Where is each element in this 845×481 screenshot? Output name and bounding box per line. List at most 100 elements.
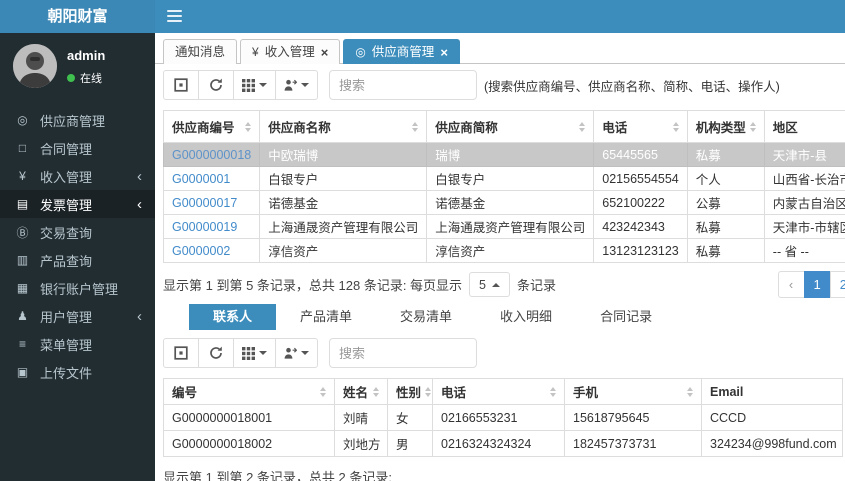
contacts-search-input[interactable]: [329, 338, 477, 368]
sort-icon: [683, 386, 693, 397]
contacts-toolbar: [163, 338, 845, 368]
supplier-search-input[interactable]: [329, 70, 477, 100]
supplier-id-link[interactable]: G0000001: [172, 172, 230, 186]
chevron-down-icon: [301, 83, 309, 87]
toggle-view-button[interactable]: [163, 338, 199, 368]
chevron-left-icon: ‹: [137, 307, 142, 325]
yen-icon: ¥: [19, 169, 26, 183]
tab-label: 通知消息: [175, 44, 226, 59]
supplier-toolbar: (搜索供应商编号、供应商名称、简称、电话、操作人): [163, 70, 845, 100]
brand-title: 朝阳财富: [0, 0, 155, 33]
page-button-1[interactable]: 1: [803, 271, 831, 298]
detail-tab-income-detail[interactable]: 收入明细: [476, 304, 576, 330]
chevron-down-icon: [259, 83, 267, 87]
close-icon[interactable]: ×: [321, 41, 329, 64]
table-row[interactable]: G0000000018001 刘晴 女 02166553231 15618795…: [163, 404, 843, 431]
detail-tab-transaction-list[interactable]: 交易清单: [376, 304, 476, 330]
sort-icon: [369, 386, 379, 397]
hamburger-icon[interactable]: [167, 10, 182, 23]
sidebar-item-bank-account-management[interactable]: ▦ 银行账户管理: [0, 274, 155, 302]
table-row[interactable]: G0000001 白银专户 白银专户 02156554554 个人 山西省-长治…: [163, 166, 845, 191]
detail-tab-product-list[interactable]: 产品清单: [276, 304, 376, 330]
supplier-id-link[interactable]: G00000019: [172, 220, 237, 234]
sidebar-item-product-query[interactable]: ▥ 产品查询: [0, 246, 155, 274]
table-row[interactable]: G00000017 诺德基金 诺德基金 652100222 公募 内蒙古自治区 …: [163, 190, 845, 215]
detail-tab-contacts[interactable]: 联系人: [189, 304, 277, 330]
toggle-icon: [174, 346, 188, 360]
sidebar-item-upload-file[interactable]: ▣ 上传文件: [0, 358, 155, 386]
column-header-email[interactable]: Email: [701, 378, 843, 405]
column-header-supplier-short[interactable]: 供应商简称: [426, 110, 595, 143]
close-icon[interactable]: ×: [440, 41, 448, 64]
chevron-down-icon: [259, 351, 267, 355]
table-row[interactable]: G0000000018 中欧瑞博 瑞博 65445565 私募 天津市-县 a: [163, 142, 845, 167]
sidebar-item-supplier-management[interactable]: ◎ 供应商管理: [0, 106, 155, 134]
columns-button[interactable]: [233, 70, 276, 100]
sidebar-item-label: 用户管理: [40, 309, 93, 325]
table-row[interactable]: G0000002 淳信资产 淳信资产 13123123123 私募 -- 省 -…: [163, 238, 845, 263]
sidebar-item-label: 发票管理: [40, 197, 93, 213]
column-header-contact-id[interactable]: 编号: [163, 378, 335, 405]
bank-book-icon: ▦: [16, 281, 29, 295]
toggle-view-button[interactable]: [163, 70, 199, 100]
sidebar-item-menu-management[interactable]: ≡ 菜单管理: [0, 330, 155, 358]
toolbar-button-group: [163, 338, 318, 368]
sidebar: admin 在线 ◎ 供应商管理 □ 合同管理 ¥ 收入管理 ‹ ▤ 发票管理 …: [0, 33, 155, 481]
refresh-icon: [210, 78, 222, 91]
online-dot-icon: [67, 74, 75, 82]
supplier-id-link[interactable]: G00000017: [172, 196, 237, 210]
user-status-label: 在线: [80, 73, 102, 85]
page-size-dropdown[interactable]: 5: [469, 272, 510, 297]
column-header-phone[interactable]: 电话: [432, 378, 565, 405]
sidebar-item-transaction-query[interactable]: Ⓑ 交易查询: [0, 218, 155, 246]
tab-income-management[interactable]: ¥ 收入管理 ×: [240, 39, 341, 64]
supplier-panel: (搜索供应商编号、供应商名称、简称、电话、操作人) 供应商编号 供应商名称 供应…: [155, 64, 845, 481]
chevron-left-icon: ‹: [137, 167, 142, 185]
column-header-name[interactable]: 姓名: [334, 378, 388, 405]
contacts-table-header-row: 编号 姓名 性别 电话 手机 Email: [163, 378, 843, 405]
column-header-institution-type[interactable]: 机构类型: [686, 110, 765, 143]
sidebar-item-label: 合同管理: [40, 141, 93, 157]
supplier-id-link[interactable]: G0000000018: [172, 148, 251, 162]
detail-tab-contract-records[interactable]: 合同记录: [576, 304, 676, 330]
tab-label: 供应商管理: [371, 44, 435, 59]
person-icon: ♟: [17, 309, 28, 323]
table-row[interactable]: G00000019 上海通晟资产管理有限公司 上海通晟资产管理有限公司 4232…: [163, 214, 845, 239]
sort-icon: [316, 386, 326, 397]
registered-circle-icon: Ⓑ: [16, 225, 29, 240]
columns-grid-icon: [242, 78, 255, 92]
sidebar-item-income-management[interactable]: ¥ 收入管理 ‹: [0, 162, 155, 190]
top-navbar: 朝阳财富: [0, 0, 845, 33]
sidebar-item-user-management[interactable]: ♟ 用户管理 ‹: [0, 302, 155, 330]
prev-page-button[interactable]: ‹: [777, 271, 805, 298]
supplier-table-wrap: 供应商编号 供应商名称 供应商简称 电话 机构类型 地区 操作人 G000000…: [163, 110, 845, 263]
target-icon: ◎: [355, 44, 366, 59]
table-row[interactable]: G0000000018002 刘地方 男 0216324324324 18245…: [163, 430, 843, 457]
page-button-2[interactable]: 2: [829, 271, 845, 298]
sidebar-item-invoice-management[interactable]: ▤ 发票管理 ‹: [0, 190, 155, 218]
column-header-supplier-name[interactable]: 供应商名称: [259, 110, 428, 143]
columns-button[interactable]: [233, 338, 276, 368]
sort-icon: [746, 121, 756, 132]
product-card-icon: ▥: [16, 253, 29, 267]
export-button[interactable]: [275, 70, 318, 100]
tab-notifications[interactable]: 通知消息: [163, 39, 238, 64]
pagination-info: 显示第 1 到第 5 条记录，总共 128 条记录: 每页显示: [163, 278, 463, 293]
sort-icon: [421, 386, 432, 397]
column-header-mobile[interactable]: 手机: [564, 378, 702, 405]
sidebar-item-label: 产品查询: [40, 253, 93, 269]
column-header-phone[interactable]: 电话: [593, 110, 688, 143]
supplier-id-link[interactable]: G0000002: [172, 244, 230, 258]
column-header-supplier-id[interactable]: 供应商编号: [163, 110, 261, 143]
toolbar-button-group: [163, 70, 318, 100]
refresh-button[interactable]: [198, 338, 234, 368]
refresh-button[interactable]: [198, 70, 234, 100]
export-icon: [284, 347, 297, 359]
export-button[interactable]: [275, 338, 318, 368]
invoice-icon: ▤: [16, 197, 29, 211]
sort-icon: [408, 121, 419, 132]
column-header-region[interactable]: 地区: [763, 110, 845, 143]
sidebar-item-contract-management[interactable]: □ 合同管理: [0, 134, 155, 162]
tab-supplier-management[interactable]: ◎ 供应商管理 ×: [343, 39, 460, 64]
column-header-gender[interactable]: 性别: [387, 378, 433, 405]
